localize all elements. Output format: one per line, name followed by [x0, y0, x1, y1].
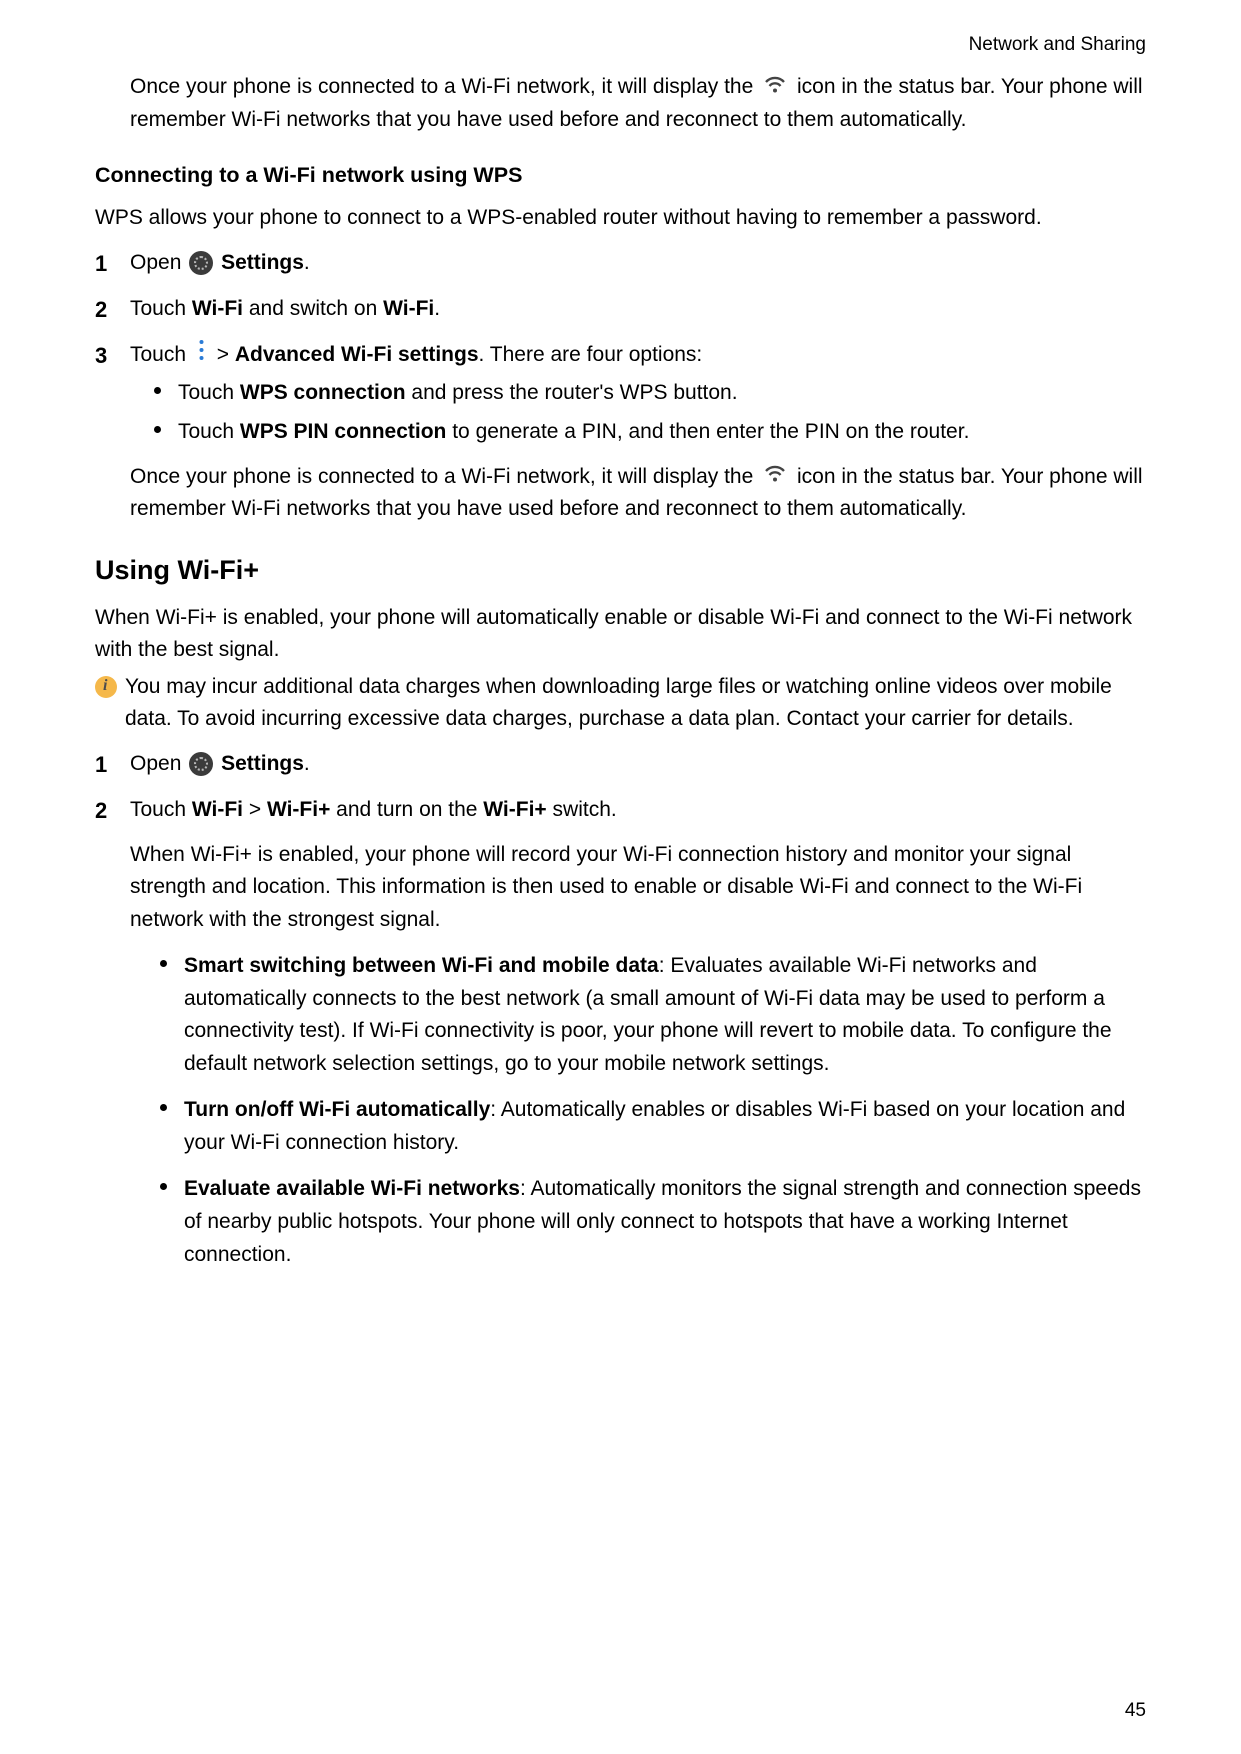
text: Touch [130, 798, 192, 821]
text: Touch [178, 420, 240, 443]
wps-pin-label: WPS PIN connection [240, 420, 447, 443]
step-number: 3 [95, 339, 130, 373]
text: . [304, 251, 310, 274]
wfp-intro: When Wi-Fi+ is enabled, your phone will … [95, 602, 1146, 667]
text: . [434, 297, 440, 320]
feature-title: Smart switching between Wi-Fi and mobile… [184, 954, 659, 977]
bullet-icon [160, 950, 184, 967]
text: and turn on the [330, 798, 483, 821]
feature-bullet: Smart switching between Wi-Fi and mobile… [160, 950, 1146, 1080]
bullet-icon [160, 1094, 184, 1111]
step-1: 1 Open Settings. [95, 247, 1146, 281]
wifi-label: Wi-Fi [192, 798, 243, 821]
section-heading-wifi-plus: Using Wi-Fi+ [95, 550, 1146, 592]
step-2: 2 Touch Wi-Fi and switch on Wi-Fi. [95, 293, 1146, 327]
page-number: 45 [1125, 1700, 1146, 1722]
info-text: You may incur additional data charges wh… [125, 671, 1146, 736]
feature-bullet: Evaluate available Wi-Fi networks: Autom… [160, 1173, 1146, 1271]
feature-title: Evaluate available Wi-Fi networks [184, 1177, 520, 1200]
text: Once your phone is connected to a Wi-Fi … [130, 465, 759, 488]
sub-bullet: Touch WPS connection and press the route… [154, 377, 1146, 410]
feature-title: Turn on/off Wi-Fi automatically [184, 1098, 490, 1121]
bullet-icon [154, 416, 178, 433]
wfp-step-1: 1 Open Settings. [95, 748, 1146, 782]
settings-icon [189, 752, 213, 776]
text: > [217, 343, 235, 366]
text: . [304, 752, 310, 775]
wifi-label: Wi-Fi [192, 297, 243, 320]
page-header: Network and Sharing [95, 30, 1146, 59]
text: and press the router's WPS button. [406, 381, 738, 404]
text: Touch [130, 343, 192, 366]
step-number: 2 [95, 293, 130, 327]
text: Open [130, 752, 187, 775]
wifi-plus-label: Wi-Fi+ [267, 798, 330, 821]
text: Touch [130, 297, 192, 320]
info-note: You may incur additional data charges wh… [95, 671, 1146, 736]
wifi-icon [763, 461, 787, 494]
section-heading-wps: Connecting to a Wi-Fi network using WPS [95, 159, 1146, 192]
text: to generate a PIN, and then enter the PI… [446, 420, 969, 443]
sect1-intro: WPS allows your phone to connect to a WP… [95, 202, 1146, 235]
more-icon [198, 339, 205, 372]
intro-para: Once your phone is connected to a Wi-Fi … [130, 71, 1146, 136]
text: and switch on [243, 297, 383, 320]
step-number: 1 [95, 247, 130, 281]
settings-icon [189, 251, 213, 275]
text: Touch [178, 381, 240, 404]
settings-label: Settings [221, 752, 304, 775]
settings-label: Settings [221, 251, 304, 274]
step-number: 1 [95, 748, 130, 782]
text: Open [130, 251, 187, 274]
wifi-icon [763, 72, 787, 105]
sub-bullet: Touch WPS PIN connection to generate a P… [154, 416, 1146, 449]
text: Once your phone is connected to a Wi-Fi … [130, 75, 759, 98]
bullet-icon [154, 377, 178, 394]
text: . There are four options: [479, 343, 703, 366]
adv-wifi-label: Advanced Wi-Fi settings [235, 343, 479, 366]
wifi-label: Wi-Fi [383, 297, 434, 320]
text: switch. [547, 798, 617, 821]
wfp-step-2: 2 Touch Wi-Fi > Wi-Fi+ and turn on the W… [95, 794, 1146, 1271]
wifi-plus-label: Wi-Fi+ [483, 798, 546, 821]
wfp-step2-para: When Wi-Fi+ is enabled, your phone will … [130, 839, 1146, 937]
step3-outro: Once your phone is connected to a Wi-Fi … [130, 461, 1146, 526]
feature-bullet: Turn on/off Wi-Fi automatically: Automat… [160, 1094, 1146, 1159]
info-icon [95, 676, 117, 698]
step-number: 2 [95, 794, 130, 828]
bullet-icon [160, 1173, 184, 1190]
step-3: 3 Touch > Advanced Wi-Fi settings. There… [95, 339, 1146, 526]
text: > [243, 798, 267, 821]
wps-connection-label: WPS connection [240, 381, 406, 404]
